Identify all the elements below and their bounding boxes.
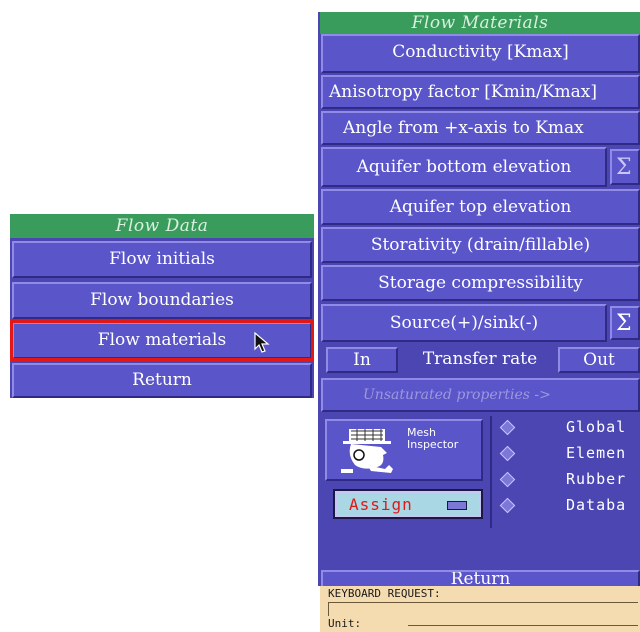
transfer-out-button[interactable]: Out bbox=[558, 347, 640, 373]
mesh-inspector-icon bbox=[341, 429, 393, 473]
return-button[interactable]: Return bbox=[12, 363, 312, 398]
source-sink-button[interactable]: Source(+)/sink(-) bbox=[321, 304, 607, 342]
aquifer-bottom-sigma-icon[interactable]: Σ bbox=[610, 149, 640, 185]
flow-boundaries-button[interactable]: Flow boundaries bbox=[12, 282, 312, 319]
transfer-in-button[interactable]: In bbox=[326, 347, 398, 373]
flow-materials-label: Flow materials bbox=[97, 330, 227, 350]
radio-diamond-icon bbox=[499, 419, 516, 436]
unsaturated-properties-button[interactable]: Unsaturated properties -> bbox=[321, 378, 640, 412]
angle-button[interactable]: Angle from +x-axis to Kmax bbox=[321, 111, 640, 145]
transfer-rate-label: Transfer rate bbox=[422, 349, 538, 369]
mouse-cursor-icon bbox=[254, 332, 270, 353]
aquifer-bottom-button[interactable]: Aquifer bottom elevation bbox=[321, 147, 607, 187]
assign-label: Assign bbox=[349, 495, 413, 514]
flow-initials-button[interactable]: Flow initials bbox=[12, 241, 312, 278]
radio-element[interactable]: Elemen bbox=[496, 444, 640, 464]
aquifer-top-button[interactable]: Aquifer top elevation bbox=[321, 189, 640, 225]
storage-compressibility-button[interactable]: Storage compressibility bbox=[321, 265, 640, 301]
anisotropy-button[interactable]: Anisotropy factor [Kmin/Kmax] bbox=[321, 75, 640, 109]
radio-rubber[interactable]: Rubber bbox=[496, 470, 640, 490]
radio-list-separator bbox=[490, 416, 492, 528]
mesh-inspector-button[interactable]: Mesh Inspector bbox=[325, 419, 483, 481]
flow-materials-title: Flow Materials bbox=[320, 12, 640, 34]
radio-diamond-icon bbox=[499, 445, 516, 462]
radio-diamond-icon bbox=[499, 471, 516, 488]
mesh-inspector-label: Mesh Inspector bbox=[407, 426, 459, 451]
unit-label: Unit: bbox=[328, 616, 408, 632]
radio-diamond-icon bbox=[499, 497, 516, 514]
assign-indicator-icon bbox=[447, 501, 467, 510]
flow-data-title: Flow Data bbox=[10, 214, 314, 238]
storativity-button[interactable]: Storativity (drain/fillable) bbox=[321, 227, 640, 263]
assign-button[interactable]: Assign bbox=[333, 489, 483, 519]
radio-database[interactable]: Databa bbox=[496, 496, 640, 516]
radio-global[interactable]: Global bbox=[496, 418, 640, 438]
conductivity-button[interactable]: Conductivity [Kmax] bbox=[321, 34, 640, 73]
keyboard-request-label: KEYBOARD REQUEST: bbox=[328, 587, 441, 600]
source-sink-sigma-icon[interactable]: Σ bbox=[610, 306, 640, 340]
